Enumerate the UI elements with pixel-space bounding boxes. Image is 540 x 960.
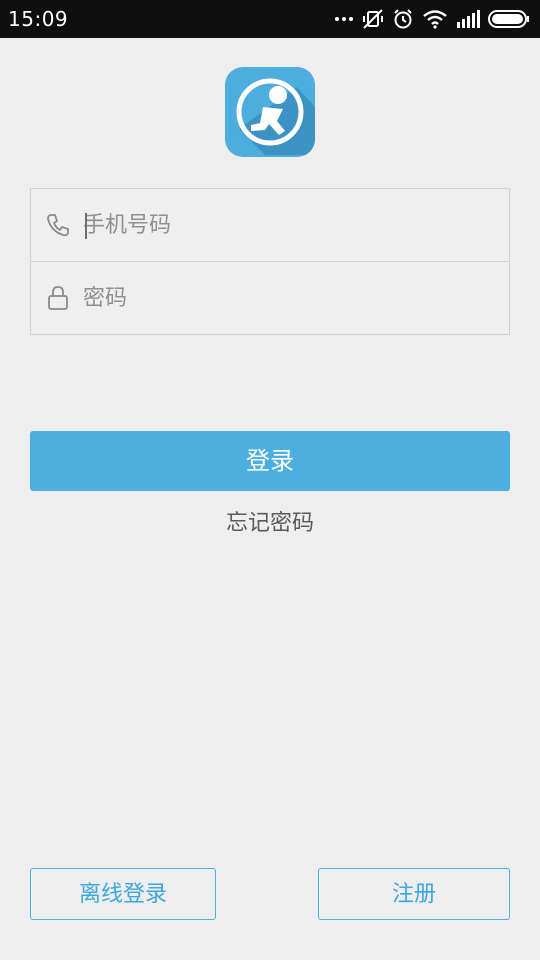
runner-logo-icon: [236, 78, 315, 155]
app-logo: [225, 67, 315, 157]
text-cursor: [85, 213, 87, 239]
alarm-icon: [394, 9, 412, 29]
status-bar: 15:09: [0, 0, 540, 38]
forgot-password-link[interactable]: 忘记密码: [0, 507, 540, 541]
signal-icon: [457, 10, 480, 28]
login-button[interactable]: 登录: [30, 431, 510, 491]
login-form: [30, 188, 510, 335]
phone-row: [31, 189, 509, 262]
phone-icon: [47, 214, 69, 237]
login-screen: 15:09 手机号码 登录 忘记密码 离线登录 注册: [0, 0, 540, 960]
phone-input[interactable]: [83, 205, 483, 245]
wifi-icon: [423, 10, 447, 29]
status-time: 15:09: [8, 7, 69, 31]
offline-login-button[interactable]: 离线登录: [30, 868, 216, 920]
password-input[interactable]: [83, 278, 483, 318]
more-dots-icon: [335, 17, 353, 21]
battery-icon: [488, 10, 529, 28]
vibrate-icon: [363, 9, 383, 29]
password-row: [31, 262, 509, 334]
lock-icon: [48, 286, 68, 310]
status-icons: [334, 0, 530, 38]
register-button[interactable]: 注册: [318, 868, 510, 920]
